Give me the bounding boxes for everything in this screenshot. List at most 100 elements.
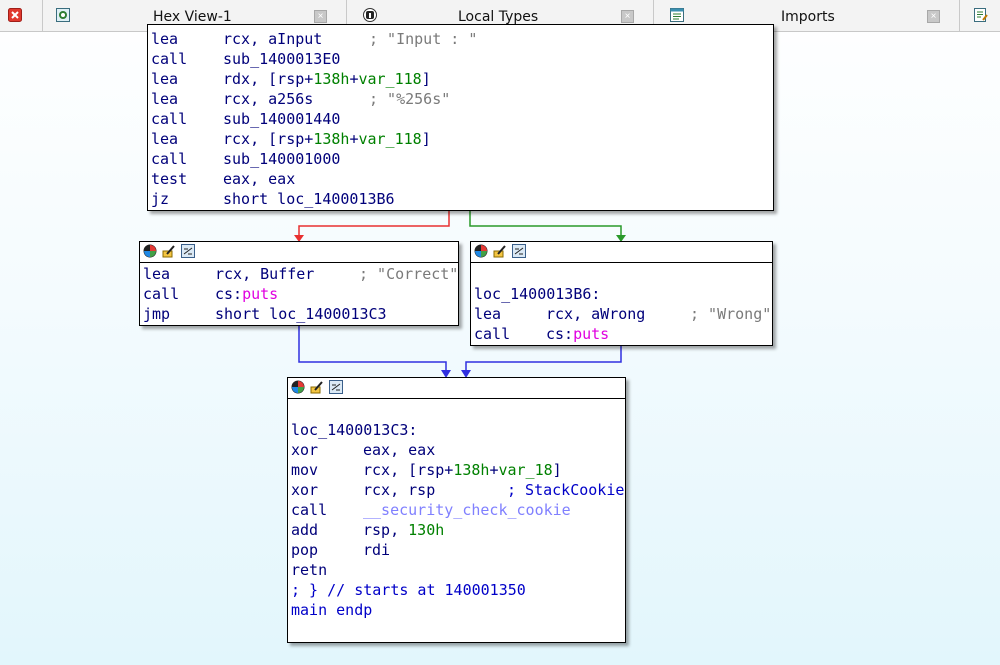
node-header: [140, 242, 458, 263]
operand[interactable]: rcx, aWrong: [546, 304, 645, 324]
operand-part: puts: [573, 325, 610, 343]
operand[interactable]: short loc_1400013C3: [215, 304, 387, 324]
operand-text: rcx, a256s: [223, 90, 314, 108]
mnemonic: lea: [151, 70, 179, 88]
graph-node-exit[interactable]: loc_1400013C3: xor eax, eax mov rcx, [rsp+13…: [287, 377, 626, 643]
comment: ; "%256s": [369, 90, 451, 108]
rename-icon[interactable]: [310, 380, 324, 394]
location-label[interactable]: loc_1400013B6:: [474, 284, 600, 304]
operand-text: rcx, aInput: [223, 30, 323, 48]
mnemonic: add: [291, 521, 319, 539]
operand[interactable]: rdx, [rsp+138h+var_118]: [223, 69, 431, 89]
proc-end-text: main endp: [291, 601, 373, 619]
operand-text: eax, eax: [223, 170, 296, 188]
operand[interactable]: rcx, [rsp+138h+var_118]: [223, 129, 431, 149]
operand[interactable]: rcx, a256s: [223, 89, 313, 109]
mnemonic: lea: [143, 265, 171, 283]
operand-part: rcx, [rsp+: [223, 130, 314, 148]
operand-part: 130h: [408, 521, 445, 539]
instruction-line[interactable]: pop rdi: [291, 540, 526, 560]
operand[interactable]: rsp, 130h: [363, 520, 444, 540]
edge-fall-right: [465, 346, 622, 371]
operand[interactable]: __security_check_cookie: [363, 500, 571, 520]
operand-text: rdi: [363, 541, 391, 559]
operand[interactable]: rcx, aInput: [223, 29, 322, 49]
mnemonic: jz: [151, 190, 170, 208]
operand[interactable]: rcx, [rsp+138h+var_18]: [363, 460, 562, 480]
operand[interactable]: sub_140001440: [223, 109, 340, 129]
graph-node-entry[interactable]: lea rcx, aInput ; "Input : " call sub_140001…: [147, 24, 774, 211]
operand-part: var_118: [358, 70, 422, 88]
operand[interactable]: sub_1400013E0: [223, 49, 340, 69]
operand-text: sub_140001440: [223, 110, 341, 128]
mnemonic: xor: [291, 441, 319, 459]
operand[interactable]: sub_140001000: [223, 149, 340, 169]
instruction-line[interactable]: xor rcx, rsp ; StackCookie: [291, 480, 624, 500]
group-nodes-icon[interactable]: [181, 244, 195, 258]
instruction-line[interactable]: mov rcx, [rsp+138h+var_18]: [291, 460, 562, 480]
mnemonic: call: [291, 501, 328, 519]
label-text: loc_1400013B6:: [474, 285, 601, 303]
node-header: [471, 242, 772, 263]
operand[interactable]: eax, eax: [223, 169, 295, 189]
operand[interactable]: cs:puts: [215, 284, 278, 304]
node-code: loc_1400013B6:lea rcx, aWrong ; "Wrong" cal…: [474, 284, 771, 344]
edge-true-branch: [469, 211, 622, 236]
mnemonic: call: [151, 150, 188, 168]
instruction-line[interactable]: call __security_check_cookie: [291, 500, 571, 520]
mnemonic: call: [151, 50, 188, 68]
operand[interactable]: rcx, Buffer: [215, 264, 314, 284]
operand-part: rsp,: [363, 521, 409, 539]
footer-comment: ; } // starts at 140001350: [291, 580, 526, 600]
operand-part: cs:: [546, 325, 574, 343]
node-color-icon[interactable]: [474, 244, 488, 258]
operand[interactable]: short loc_1400013B6: [223, 189, 395, 209]
rename-icon[interactable]: [162, 244, 176, 258]
mnemonic: jmp: [143, 305, 171, 323]
operand-part: puts: [242, 285, 279, 303]
rename-icon[interactable]: [493, 244, 507, 258]
node-code: loc_1400013C3: xor eax, eax mov rcx, [rsp+13…: [291, 420, 624, 620]
mnemonic: call: [143, 285, 180, 303]
operand[interactable]: cs:puts: [546, 324, 609, 344]
node-color-icon[interactable]: [143, 244, 157, 258]
instruction-line[interactable]: call cs:puts: [474, 324, 609, 344]
operand-text: short loc_1400013C3: [215, 305, 387, 323]
operand-part: cs:: [215, 285, 243, 303]
mnemonic: xor: [291, 481, 319, 499]
operand[interactable]: eax, eax: [363, 440, 435, 460]
footer-comment-text: ; } // starts at 140001350: [291, 581, 526, 599]
operand[interactable]: rdi: [363, 540, 390, 560]
comment: ; "Wrong": [690, 305, 772, 323]
proc-end: main endp: [291, 600, 526, 620]
graph-node-wrong[interactable]: loc_1400013B6:lea rcx, aWrong ; "Wrong" cal…: [470, 241, 773, 346]
mnemonic: lea: [474, 305, 502, 323]
mnemonic: lea: [151, 130, 179, 148]
instruction-line[interactable]: add rsp, 130h: [291, 520, 526, 540]
graph-node-correct[interactable]: lea rcx, Buffer ; "Correct" call cs:puts jmp s…: [139, 241, 459, 326]
operand-part: 138h: [453, 461, 490, 479]
operand-text: eax, eax: [363, 441, 436, 459]
group-nodes-icon[interactable]: [329, 380, 343, 394]
operand-text: rcx, Buffer: [215, 265, 315, 283]
operand-text: rcx, rsp: [363, 481, 436, 499]
operand-text: sub_140001000: [223, 150, 341, 168]
operand[interactable]: rcx, rsp: [363, 480, 435, 500]
mnemonic: call: [151, 110, 188, 128]
instruction-line[interactable]: retn: [291, 560, 526, 580]
mnemonic: call: [474, 325, 511, 343]
operand-part: rcx, [rsp+: [363, 461, 454, 479]
instruction-line[interactable]: lea rcx, aWrong ; "Wrong": [474, 304, 771, 324]
location-label[interactable]: loc_1400013C3:: [291, 420, 526, 440]
group-nodes-icon[interactable]: [512, 244, 526, 258]
edge-jmp-left: [298, 326, 447, 371]
mnemonic: lea: [151, 90, 179, 108]
operand-text: sub_1400013E0: [223, 50, 341, 68]
instruction-line[interactable]: xor eax, eax: [291, 440, 526, 460]
mnemonic: test: [151, 170, 188, 188]
operand-part: ]: [421, 130, 431, 148]
node-header: [288, 378, 625, 399]
comment: ; StackCookie: [507, 481, 625, 499]
operand-part: 138h: [313, 70, 350, 88]
node-color-icon[interactable]: [291, 380, 305, 394]
